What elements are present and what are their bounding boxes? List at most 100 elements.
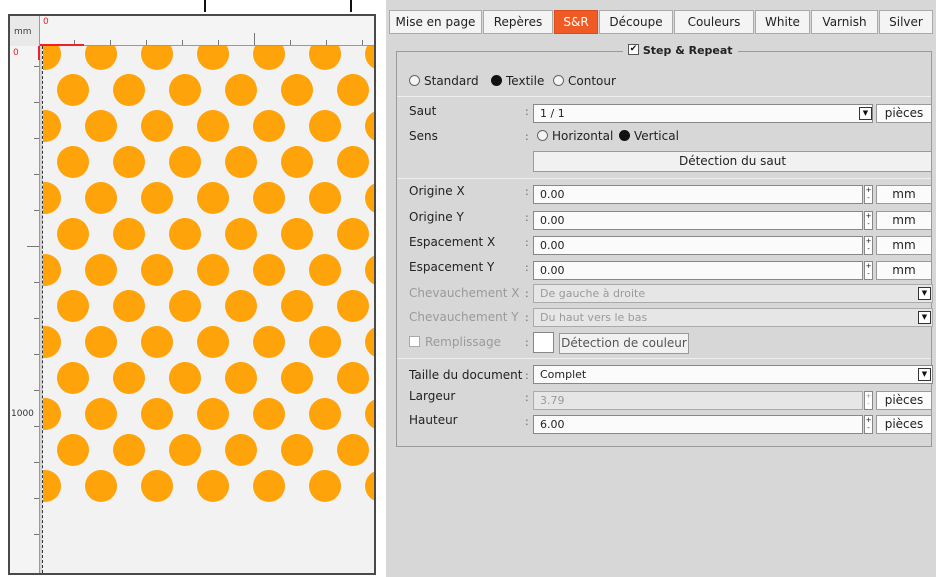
width-input[interactable]: 3.79: [533, 391, 863, 410]
origin-x-label: Origine X: [409, 184, 465, 198]
chevron-down-icon[interactable]: [918, 311, 931, 324]
settings-panel: Mise en page Repères S&R Découpe Couleur…: [386, 0, 936, 577]
polka-dot: [253, 326, 285, 358]
overlap-y-select[interactable]: Du haut vers le bas: [533, 308, 933, 327]
colon: :: [525, 236, 529, 249]
step-repeat-checkbox[interactable]: [628, 44, 639, 55]
sens-vertical-option[interactable]: Vertical: [619, 129, 679, 143]
polka-dot: [43, 46, 61, 70]
polka-dot: [309, 326, 341, 358]
chevron-down-icon[interactable]: [918, 368, 931, 381]
polka-dot: [43, 182, 61, 214]
origin-y-label: Origine Y: [409, 210, 464, 224]
preview-canvas[interactable]: [42, 46, 374, 573]
polka-dot: [141, 46, 173, 70]
width-unit[interactable]: pièces: [876, 391, 932, 410]
chevron-down-icon[interactable]: [859, 107, 872, 120]
spacing-y-input[interactable]: 0.00: [533, 261, 863, 280]
colon: :: [525, 391, 529, 404]
spin-stepper-icon[interactable]: + -: [864, 211, 873, 230]
mode-contour-option[interactable]: Contour: [553, 74, 616, 88]
colon: :: [525, 185, 529, 198]
doc-size-select[interactable]: Complet: [533, 365, 933, 384]
height-unit[interactable]: pièces: [876, 415, 932, 434]
ruler-tick: [34, 534, 39, 535]
polka-dot: [169, 146, 201, 178]
top-strip: [0, 0, 390, 14]
polka-dot: [253, 46, 285, 70]
polka-dot: [85, 46, 117, 70]
detect-color-button[interactable]: Détection de couleur: [559, 333, 689, 354]
saut-select[interactable]: 1 / 1: [533, 104, 873, 123]
mode-standard-option[interactable]: Standard: [409, 74, 479, 88]
spin-stepper-icon[interactable]: + -: [864, 185, 873, 204]
polka-dot: [85, 470, 117, 502]
polka-dot: [169, 74, 201, 106]
polka-dot: [309, 470, 341, 502]
polka-dot: [225, 362, 257, 394]
polka-dot: [197, 326, 229, 358]
fill-option[interactable]: Remplissage: [409, 335, 501, 349]
origin-x-input[interactable]: 0.00: [533, 185, 863, 204]
origin-x-unit: mm: [876, 185, 932, 204]
tab-bar: Mise en page Repères S&R Découpe Couleur…: [386, 10, 936, 36]
polka-dot: [85, 326, 117, 358]
polka-dot: [43, 110, 61, 142]
sens-horizontal-option[interactable]: Horizontal: [537, 129, 613, 143]
chevron-down-icon[interactable]: [918, 287, 931, 300]
tab-reperes[interactable]: Repères: [483, 10, 553, 34]
spin-stepper-icon[interactable]: + -: [864, 415, 873, 434]
radio-selected-icon: [491, 75, 502, 86]
sens-label: Sens: [409, 129, 438, 143]
polka-dot: [169, 218, 201, 250]
polka-dot: [253, 182, 285, 214]
ruler-tick: [110, 40, 111, 45]
polka-dot: [169, 290, 201, 322]
step-repeat-title[interactable]: Step & Repeat: [623, 44, 738, 58]
mode-textile-option[interactable]: Textile: [491, 74, 544, 88]
tab-white[interactable]: White: [755, 10, 810, 34]
overlap-y-label: Chevauchement Y: [409, 310, 519, 324]
spin-stepper-icon[interactable]: + -: [864, 391, 873, 410]
tab-couleurs[interactable]: Couleurs: [674, 10, 754, 34]
ruler-tick: [34, 210, 39, 211]
fill-color-swatch[interactable]: [533, 332, 554, 353]
spin-stepper-icon[interactable]: + -: [864, 261, 873, 280]
detect-jump-button[interactable]: Détection du saut: [533, 151, 932, 172]
polka-dot: [281, 434, 313, 466]
tab-decoupe[interactable]: Découpe: [599, 10, 673, 34]
spacing-x-input[interactable]: 0.00: [533, 236, 863, 255]
tab-silver[interactable]: Silver: [879, 10, 933, 34]
polka-dot: [43, 398, 61, 430]
mode-standard-label: Standard: [424, 74, 479, 88]
height-input[interactable]: 6.00: [533, 415, 863, 434]
tab-s-and-r[interactable]: S&R: [554, 10, 598, 34]
polka-dot: [337, 290, 369, 322]
saut-unit[interactable]: pièces: [876, 104, 932, 123]
sens-horizontal-label: Horizontal: [552, 129, 614, 143]
polka-dot: [281, 362, 313, 394]
fill-checkbox[interactable]: [409, 336, 420, 347]
origin-y-input[interactable]: 0.00: [533, 211, 863, 230]
spacing-x-label: Espacement X: [409, 235, 496, 249]
polka-dot: [337, 434, 369, 466]
tab-mise-en-page[interactable]: Mise en page: [389, 10, 482, 34]
ruler-tick: [254, 33, 255, 45]
ruler-tick: [34, 318, 39, 319]
spacing-y-unit: mm: [876, 261, 932, 280]
radio-icon: [553, 75, 564, 86]
polka-dot: [197, 470, 229, 502]
ruler-tick: [34, 102, 39, 103]
polka-dot: [253, 110, 285, 142]
polka-dot: [309, 110, 341, 142]
radio-selected-icon: [619, 130, 630, 141]
separator: [397, 178, 931, 179]
polka-dot: [281, 146, 313, 178]
overlap-x-select[interactable]: De gauche à droite: [533, 284, 933, 303]
preview-panel: 0 0 1000 mm: [8, 14, 399, 575]
spin-stepper-icon[interactable]: + -: [864, 236, 873, 255]
polka-dot: [141, 182, 173, 214]
top-marker: [204, 0, 206, 12]
polka-dot: [309, 254, 341, 286]
tab-varnish[interactable]: Varnish: [811, 10, 878, 34]
